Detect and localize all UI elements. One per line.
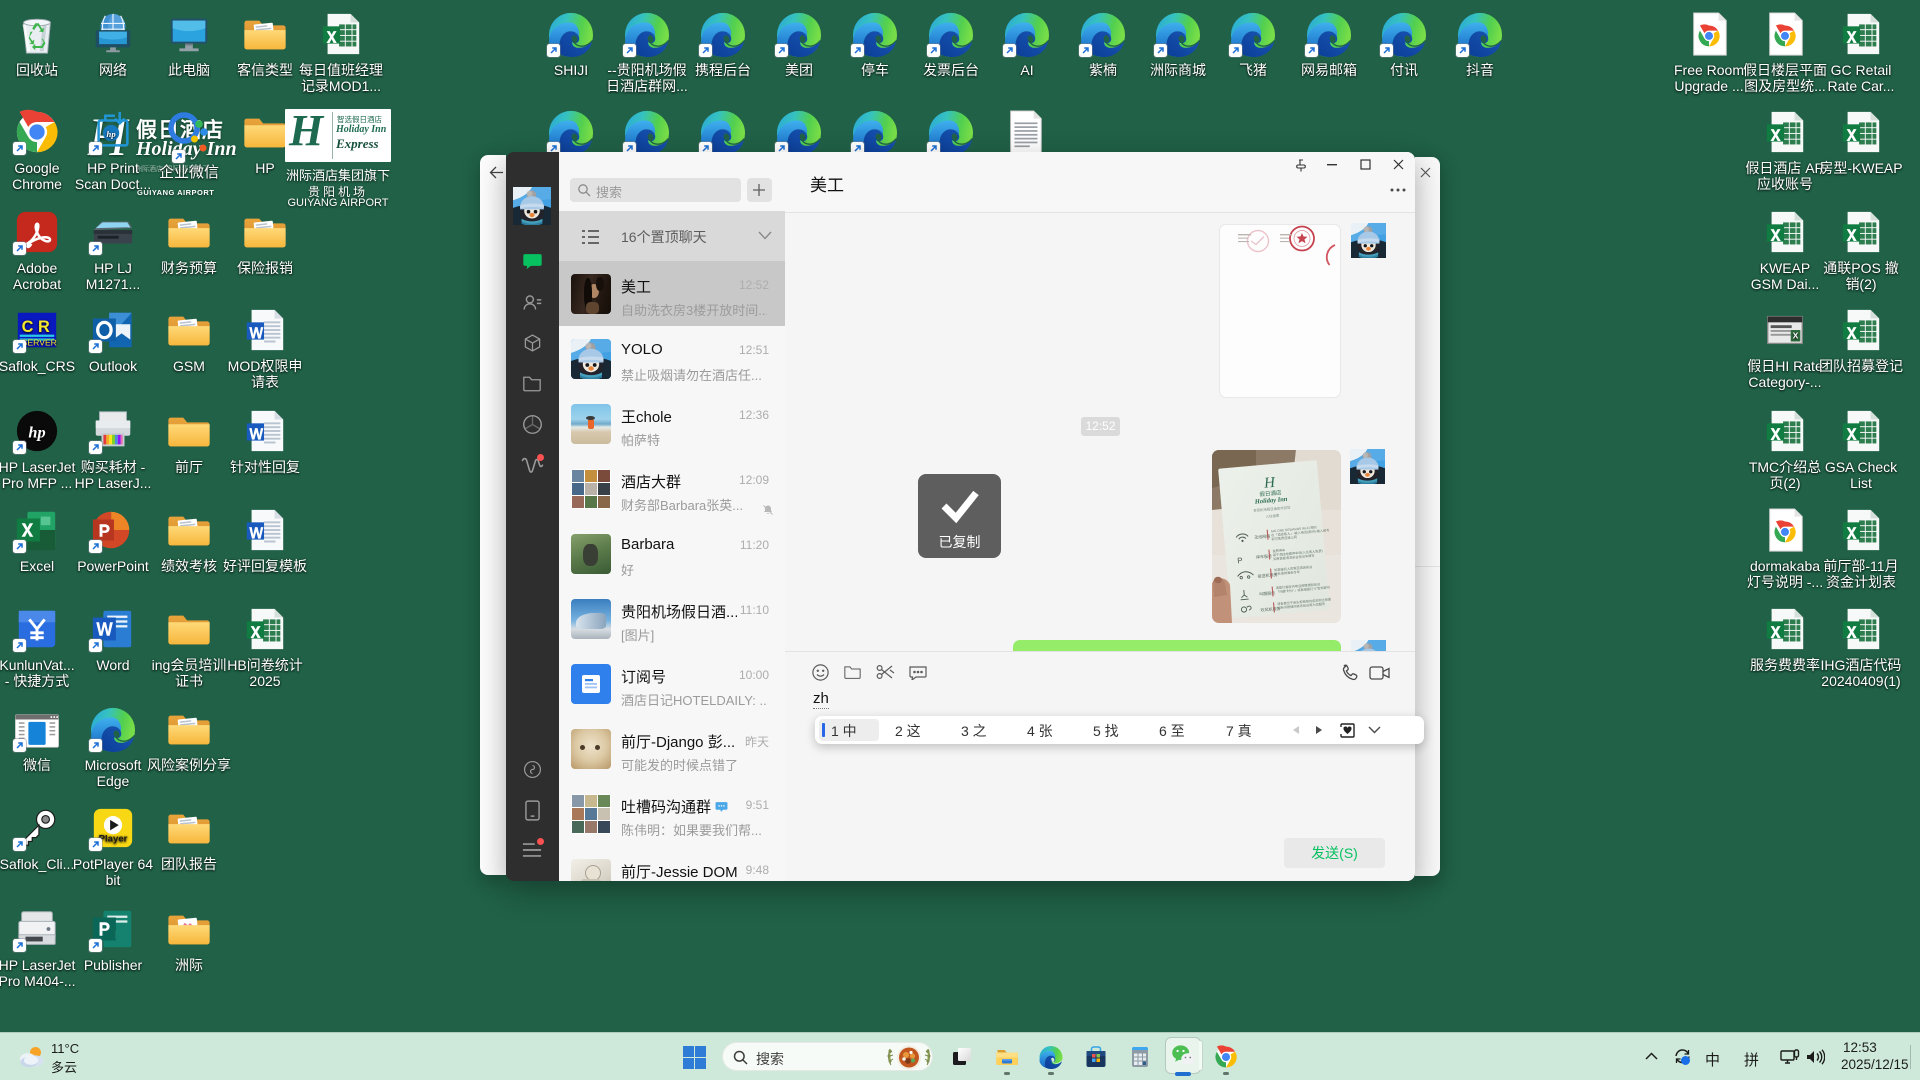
- svg-text:P: P: [1237, 556, 1243, 565]
